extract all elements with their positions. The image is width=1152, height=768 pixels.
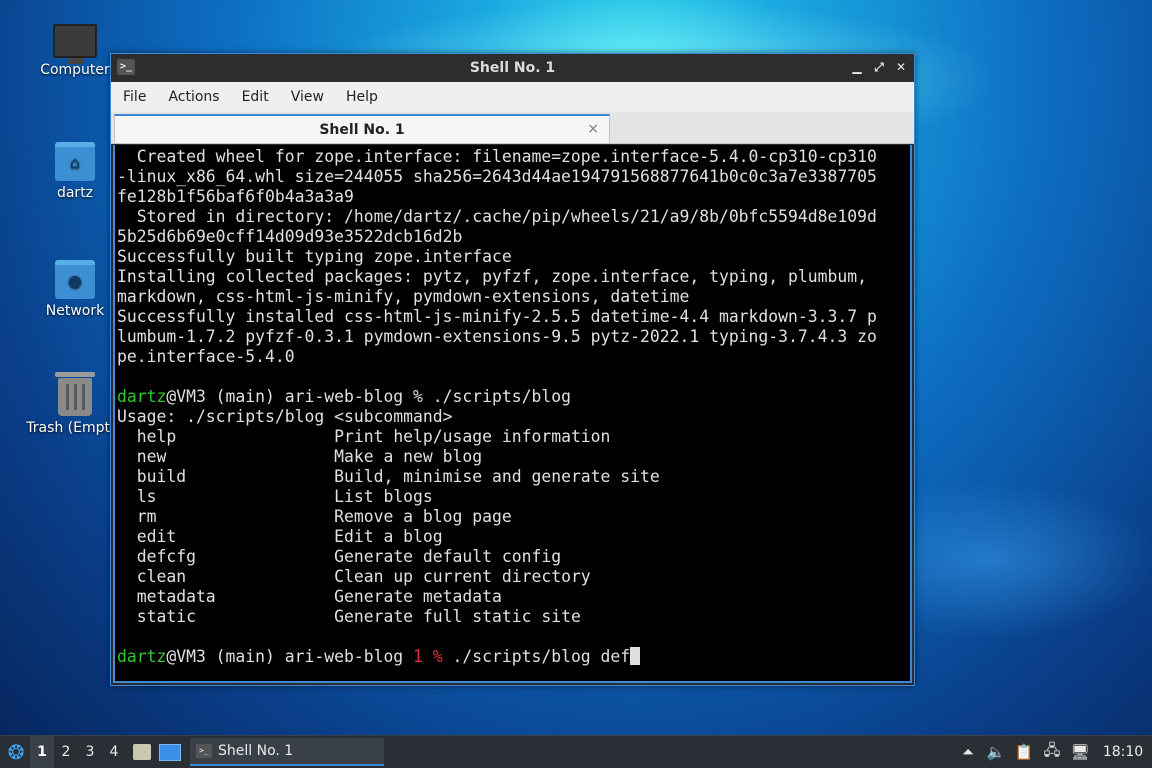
subcommand-description: List blogs (334, 487, 433, 506)
subcommand-description: Make a new blog (334, 447, 483, 466)
show-desktop-launcher[interactable] (158, 741, 182, 763)
clipboard-icon[interactable]: 📋 (1010, 743, 1038, 761)
subcommand-name: defcfg (117, 547, 335, 566)
subcommand-name: new (117, 447, 335, 466)
task-label: Shell No. 1 (218, 743, 294, 759)
window-controls: ▁ ⤢ ✕ (850, 58, 908, 76)
workspace-3[interactable]: 3 (78, 736, 102, 768)
maximize-icon[interactable]: ⤢ (872, 58, 886, 76)
system-tray: ⏶ 🔈 📋 🖧 🖥 18:10 (954, 736, 1152, 768)
tab-bar: Shell No. 1 × (111, 112, 914, 144)
tab-close-icon[interactable]: × (587, 121, 599, 137)
subcommand-description: Generate full static site (334, 607, 581, 626)
menu-actions[interactable]: Actions (160, 89, 227, 105)
file-manager-icon (133, 744, 151, 760)
terminal-line: 5b25d6b69e0cff14d09d93e3522dcb16d2b (117, 227, 463, 246)
prompt-line-current: dartz@VM3 (main) ari-web-blog 1 % ./scri… (117, 647, 910, 667)
subcommand-description: Generate default config (334, 547, 562, 566)
subcommand-row: defcfg Generate default config (117, 547, 910, 567)
terminal-line: fe128b1f56baf6f0b4a3a3a9 (117, 187, 354, 206)
terminal-output[interactable]: Created wheel for zope.interface: filena… (113, 145, 912, 683)
terminal-line: markdown, css-html-js-minify, pymdown-ex… (117, 287, 690, 306)
window-title: Shell No. 1 (469, 60, 556, 76)
file-manager-launcher[interactable] (130, 741, 154, 763)
terminal-line: Successfully installed css-html-js-minif… (117, 307, 877, 326)
subcommand-description: Generate metadata (334, 587, 502, 606)
prompt-line: dartz@VM3 (main) ari-web-blog % ./script… (117, 387, 910, 407)
subcommand-name: build (117, 467, 335, 486)
subcommand-row: build Build, minimise and generate site (117, 467, 910, 487)
terminal-window[interactable]: >_ Shell No. 1 ▁ ⤢ ✕ File Actions Edit V… (110, 53, 915, 686)
network-icon[interactable]: 🖧 (1038, 740, 1066, 765)
volume-icon[interactable]: 🔈 (982, 743, 1010, 761)
subcommand-row: edit Edit a blog (117, 527, 910, 547)
subcommand-description: Build, minimise and generate site (334, 467, 660, 486)
close-icon[interactable]: ✕ (894, 58, 908, 76)
tab-label: Shell No. 1 (319, 121, 405, 138)
prompt-user: dartz (117, 387, 167, 406)
subcommand-name: edit (117, 527, 335, 546)
terminal-line: Successfully built typing zope.interface (117, 247, 512, 266)
terminal-line: Created wheel for zope.interface: filena… (117, 147, 877, 166)
prompt-command: @VM3 (main) ari-web-blog % ./scripts/blo… (166, 387, 571, 406)
usage-line: Usage: ./scripts/blog <subcommand> (117, 407, 453, 426)
network-folder-icon: ● (55, 260, 95, 299)
subcommand-row: new Make a new blog (117, 447, 910, 467)
workspace-1[interactable]: 1 (30, 736, 54, 768)
start-menu-icon[interactable]: ❂ (2, 738, 30, 766)
workspace-4[interactable]: 4 (102, 736, 126, 768)
terminal-icon: >_ (117, 59, 135, 75)
tab-shell-1[interactable]: Shell No. 1 × (114, 114, 610, 143)
menu-help[interactable]: Help (338, 89, 386, 105)
home-folder-icon: ⌂ (55, 142, 95, 181)
subcommand-name: help (117, 427, 335, 446)
subcommand-name: metadata (117, 587, 335, 606)
menu-file[interactable]: File (115, 89, 154, 105)
subcommand-row: metadata Generate metadata (117, 587, 910, 607)
terminal-line: Stored in directory: /home/dartz/.cache/… (117, 207, 877, 226)
taskbar: ❂ 1 2 3 4 >_ Shell No. 1 ⏶ 🔈 📋 🖧 🖥 18:10 (0, 735, 1152, 768)
subcommand-row: clean Clean up current directory (117, 567, 910, 587)
prompt-path: @VM3 (main) ari-web-blog (166, 647, 414, 666)
subcommand-description: Print help/usage information (334, 427, 611, 446)
notification-icon[interactable]: 🖥 (1066, 743, 1094, 761)
terminal-line: Installing collected packages: pytz, pyf… (117, 267, 867, 286)
menu-view[interactable]: View (283, 89, 332, 105)
subcommand-row: help Print help/usage information (117, 427, 910, 447)
minimize-icon[interactable]: ▁ (850, 58, 864, 76)
subcommand-name: static (117, 607, 335, 626)
workspace-2[interactable]: 2 (54, 736, 78, 768)
subcommand-description: Remove a blog page (334, 507, 512, 526)
subcommand-name: clean (117, 567, 335, 586)
subcommand-row: ls List blogs (117, 487, 910, 507)
terminal-line: lumbum-1.7.2 pyfzf-0.3.1 pymdown-extensi… (117, 327, 877, 346)
trash-icon (55, 372, 95, 416)
subcommand-name: rm (117, 507, 335, 526)
window-titlebar[interactable]: >_ Shell No. 1 ▁ ⤢ ✕ (111, 54, 914, 82)
menubar: File Actions Edit View Help (111, 82, 914, 112)
show-desktop-icon (159, 743, 181, 761)
subcommand-description: Edit a blog (334, 527, 443, 546)
prompt-input: ./scripts/blog def (442, 647, 631, 666)
subcommand-row: rm Remove a blog page (117, 507, 910, 527)
prompt-user: dartz (117, 647, 167, 666)
prompt-exit-status: 1 % (413, 647, 443, 666)
computer-icon (53, 24, 97, 64)
text-cursor (630, 647, 641, 665)
tray-up-icon[interactable]: ⏶ (954, 743, 982, 761)
taskbar-task-shell[interactable]: >_ Shell No. 1 (190, 738, 384, 766)
clock[interactable]: 18:10 (1094, 744, 1152, 760)
subcommand-name: ls (117, 487, 335, 506)
terminal-line: pe.interface-5.4.0 (117, 347, 295, 366)
terminal-line: -linux_x86_64.whl size=244055 sha256=264… (117, 167, 877, 186)
subcommand-row: static Generate full static site (117, 607, 910, 627)
menu-edit[interactable]: Edit (234, 89, 277, 105)
terminal-icon: >_ (196, 744, 212, 758)
subcommand-description: Clean up current directory (334, 567, 591, 586)
